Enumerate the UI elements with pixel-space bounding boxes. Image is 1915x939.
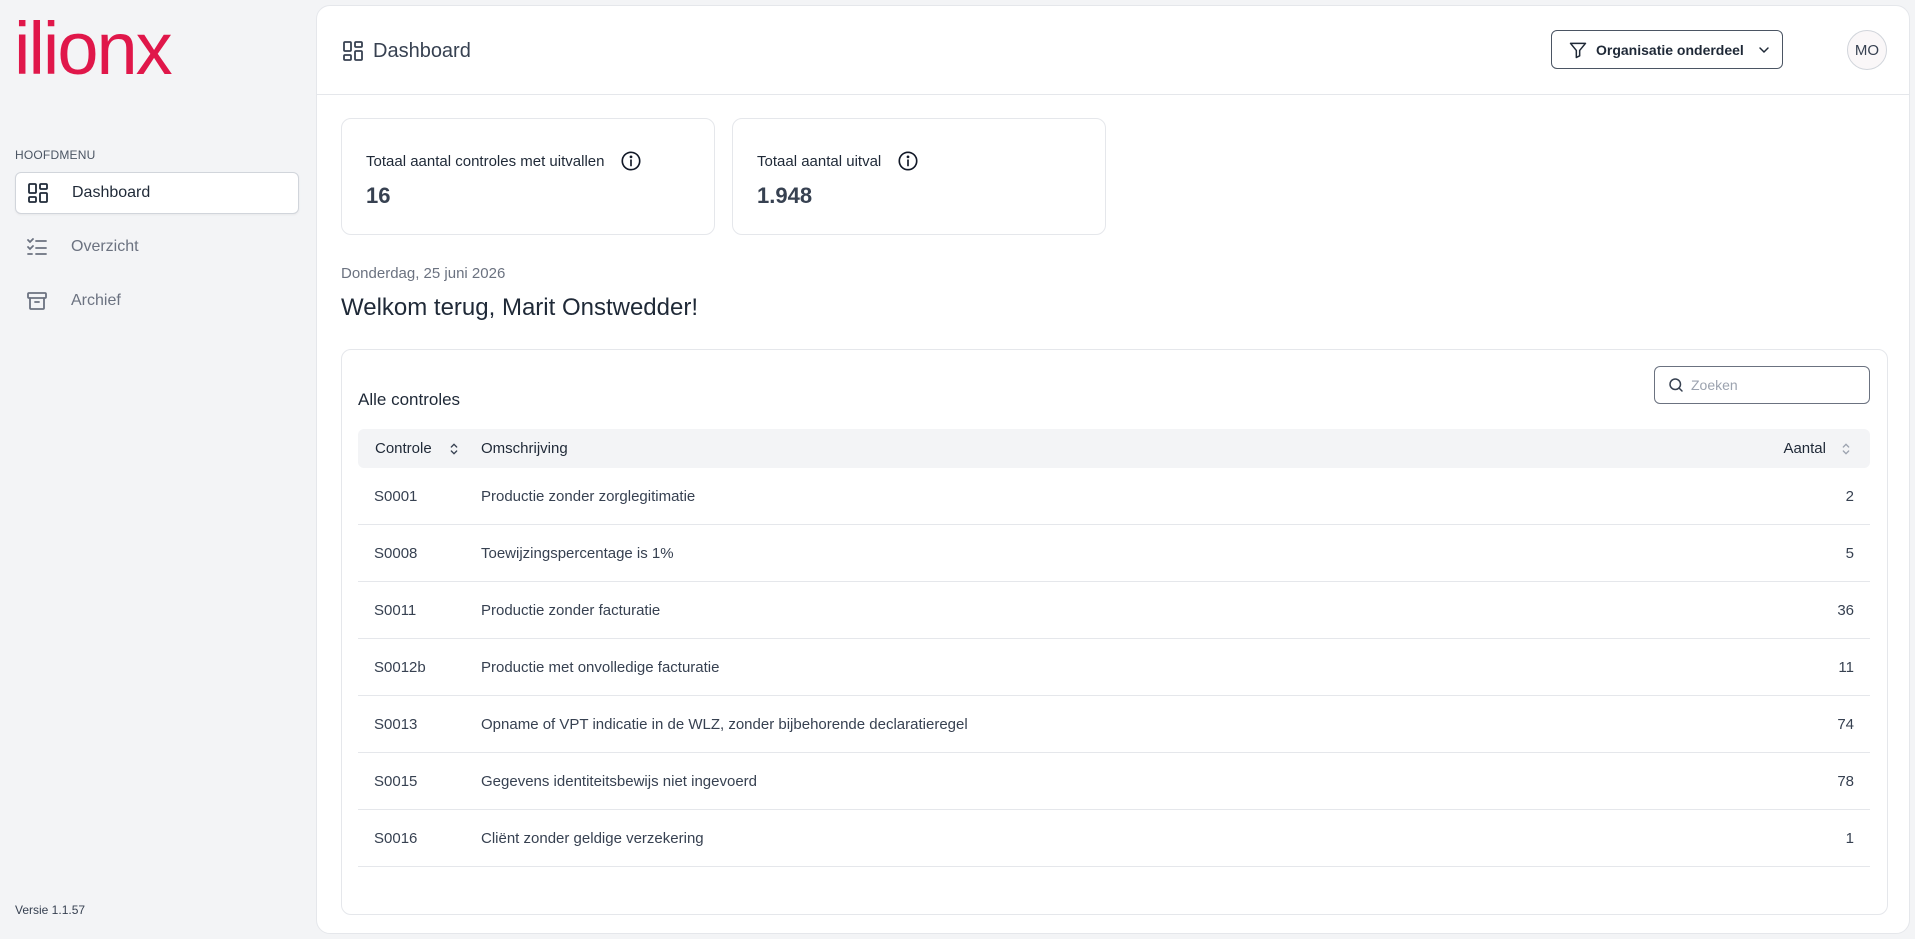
stat-value: 1.948	[757, 183, 813, 208]
stat-card-controls: Totaal aantal controles met uitvallen 16	[341, 118, 715, 235]
cell-description: Productie zonder facturatie	[481, 601, 661, 619]
nav-label-dashboard: Dashboard	[72, 184, 151, 201]
column-header-omschrijving: Omschrijving	[481, 440, 568, 457]
search-icon	[1667, 376, 1685, 394]
cell-code: S0012b	[374, 658, 426, 676]
user-avatar[interactable]: MO	[1847, 30, 1887, 70]
cell-description: Productie zonder zorglegitimatie	[481, 487, 696, 505]
table-row[interactable]: S0001 Productie zonder zorglegitimatie 2	[358, 468, 1870, 525]
table-row[interactable]: S0012b Productie met onvolledige factura…	[358, 639, 1870, 696]
table-row[interactable]: S0011 Productie zonder facturatie 36	[358, 582, 1870, 639]
column-label-controle: Controle	[375, 440, 432, 457]
cell-code: S0008	[374, 544, 418, 562]
table-row[interactable]: S0015 Gegevens identiteitsbewijs niet in…	[358, 753, 1870, 810]
search-input[interactable]	[1691, 377, 1861, 393]
stat-label: Totaal aantal controles met uitvallen	[366, 150, 642, 172]
cell-description: Toewijzingspercentage is 1%	[481, 544, 674, 562]
cell-code: S0001	[374, 487, 418, 505]
org-filter-label: Organisatie onderdeel	[1596, 41, 1744, 58]
page-title-text: Dashboard	[373, 39, 471, 62]
main-panel: Dashboard Organisatie onderdeel MO Totaa…	[316, 5, 1910, 934]
cell-description: Cliënt zonder geldige verzekering	[481, 829, 704, 847]
table-row[interactable]: S0008 Toewijzingspercentage is 1% 5	[358, 525, 1870, 582]
stat-value: 16	[366, 183, 391, 208]
org-filter-dropdown[interactable]: Organisatie onderdeel	[1551, 30, 1783, 69]
column-header-controle[interactable]: Controle	[358, 440, 481, 457]
cell-count: 5	[1845, 544, 1854, 562]
nav-item-dashboard[interactable]: Dashboard	[15, 172, 299, 214]
info-icon[interactable]	[897, 150, 919, 172]
cell-count: 11	[1838, 658, 1854, 676]
cell-description: Gegevens identiteitsbewijs niet ingevoer…	[481, 772, 757, 790]
cell-description: Opname of VPT indicatie in de WLZ, zonde…	[481, 715, 968, 733]
sort-icon	[1838, 441, 1854, 457]
cell-description: Productie met onvolledige facturatie	[481, 658, 720, 676]
table-title: Alle controles	[358, 390, 461, 409]
filter-funnel-icon	[1568, 40, 1588, 60]
stat-card-uitval: Totaal aantal uitval 1.948	[732, 118, 1106, 235]
menu-heading: HOOFDMENU	[15, 148, 96, 162]
nav-label-overzicht: Overzicht	[71, 238, 139, 255]
stat-label-text: Totaal aantal uitval	[757, 152, 882, 170]
search-box[interactable]	[1654, 366, 1870, 404]
main-nav: Dashboard Overzicht Archief	[15, 172, 299, 334]
dashboard-grid-icon	[341, 39, 365, 63]
welcome-message: Welkom terug, Marit Onstwedder!	[341, 294, 699, 321]
stat-label-text: Totaal aantal controles met uitvallen	[366, 152, 605, 170]
nav-item-overzicht[interactable]: Overzicht	[15, 226, 299, 268]
checklist-icon	[25, 235, 49, 259]
cell-count: 2	[1845, 487, 1854, 505]
archive-box-icon	[25, 289, 49, 313]
table-row[interactable]: S0016 Cliënt zonder geldige verzekering …	[358, 810, 1870, 867]
cell-count: 74	[1837, 715, 1854, 733]
table-row[interactable]: S0013 Opname of VPT indicatie in de WLZ,…	[358, 696, 1870, 753]
info-icon[interactable]	[620, 150, 642, 172]
table-header: Controle Omschrijving Aantal	[358, 429, 1870, 468]
controls-table: Controle Omschrijving Aantal S0001 Produ…	[358, 429, 1870, 867]
cell-count: 78	[1837, 772, 1854, 790]
dashboard-grid-icon	[26, 181, 50, 205]
cell-code: S0015	[374, 772, 418, 790]
sidebar: ilionx HOOFDMENU Dashboard Overzicht Arc…	[0, 0, 316, 939]
chevron-down-icon	[1756, 42, 1772, 58]
cell-code: S0016	[374, 829, 418, 847]
cell-count: 1	[1845, 829, 1854, 847]
cell-code: S0011	[374, 601, 417, 619]
page-title: Dashboard	[341, 39, 471, 63]
nav-item-archief[interactable]: Archief	[15, 280, 299, 322]
stat-label: Totaal aantal uitval	[757, 150, 919, 172]
sort-icon	[446, 441, 462, 457]
current-date: Donderdag, 25 juni 2026	[341, 265, 506, 282]
ilionx-logo: ilionx	[14, 7, 173, 90]
nav-label-archief: Archief	[71, 292, 121, 309]
column-header-aantal[interactable]: Aantal	[1710, 440, 1870, 457]
column-label-aantal: Aantal	[1783, 440, 1826, 457]
cell-count: 36	[1837, 601, 1854, 619]
top-bar: Dashboard Organisatie onderdeel MO	[317, 6, 1909, 95]
version-label: Versie 1.1.57	[15, 903, 86, 917]
cell-code: S0013	[374, 715, 418, 733]
controls-table-card: Alle controles Controle Omsc	[341, 349, 1888, 915]
